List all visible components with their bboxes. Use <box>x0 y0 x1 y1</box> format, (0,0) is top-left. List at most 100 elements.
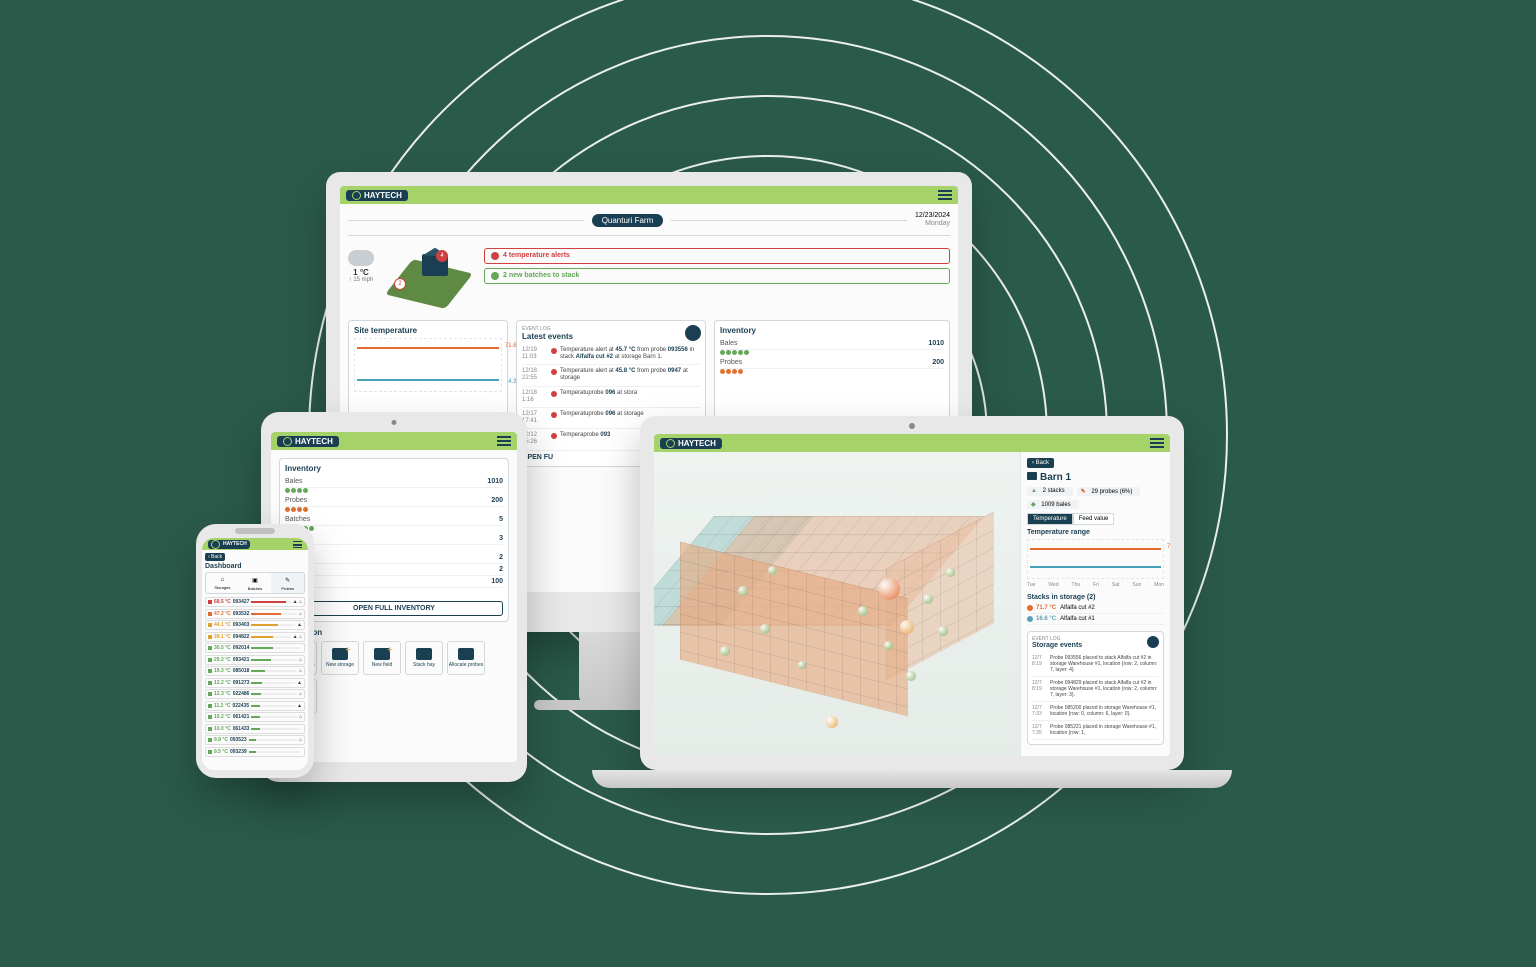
event-row[interactable]: 12/77:33 Probe 085200 placed in storage … <box>1032 702 1159 721</box>
open-inventory-button[interactable]: OPEN FULL INVENTORY <box>285 601 503 616</box>
probe-marker[interactable] <box>760 624 770 634</box>
back-button[interactable]: ‹ Back <box>1027 458 1054 468</box>
probe-row[interactable]: 68.5 °C 093427 ▲ ⌂ <box>205 597 305 607</box>
action-tile[interactable]: Allocate probes <box>447 641 485 675</box>
farm-illustration[interactable]: 2 4 <box>384 248 474 308</box>
action-tile[interactable]: New field <box>363 641 401 675</box>
probe-marker[interactable] <box>906 671 916 681</box>
brand-pill[interactable]: HAYTECH <box>346 190 408 201</box>
menu-icon[interactable] <box>938 190 952 200</box>
tab-probes[interactable]: ✎Probes <box>271 573 304 593</box>
temp-bar <box>251 670 297 672</box>
stacks-icon: ▲ <box>1031 488 1037 494</box>
probe-id: 093403 <box>233 622 250 628</box>
event-row[interactable]: 12/181:16 Temperatuprobe 096 at stora <box>522 387 700 408</box>
probe-marker[interactable] <box>884 641 893 650</box>
tab-feed-value[interactable]: Feed value <box>1073 513 1115 525</box>
inv-row[interactable]: Cattle100 <box>285 576 503 588</box>
temp-range-chart[interactable]: 71.6 °C <box>1027 539 1164 579</box>
menu-icon[interactable] <box>1150 438 1164 448</box>
probe-row[interactable]: 39.1 °C 094822 ▲ ⌂ <box>205 632 305 642</box>
probe-marker[interactable] <box>858 606 868 616</box>
brand-pill[interactable]: HAYTECH <box>208 540 250 549</box>
inv-value: 200 <box>932 359 944 366</box>
stack-row[interactable]: 16.6 °CAlfalfa cut #1 <box>1027 614 1164 625</box>
probe-row[interactable]: 47.2 °C 093532 ⌂ <box>205 609 305 619</box>
status-dots <box>285 545 503 552</box>
inv-row[interactable]: Fields2 <box>285 564 503 576</box>
probe-marker[interactable] <box>923 594 933 604</box>
event-row[interactable]: 12/78:19 Probe 093556 placed to stack Al… <box>1032 652 1159 677</box>
temp-bar <box>251 693 297 695</box>
probes-icon: ✎ <box>1081 489 1086 495</box>
probe-marker[interactable] <box>798 661 806 669</box>
app-top-bar: HAYTECH <box>202 538 308 550</box>
tab-batches[interactable]: ▣Batches <box>239 573 272 593</box>
probe-row[interactable]: 30.5 °C 092014 <box>205 643 305 653</box>
events-badge-icon[interactable] <box>685 325 701 341</box>
probe-row[interactable]: 11.2 °C 022435 ▲ <box>205 701 305 711</box>
event-text: Temperature alert at 45.8 °C from probe … <box>560 368 700 382</box>
inv-label: Probes <box>720 359 742 366</box>
probe-marker[interactable] <box>768 566 777 575</box>
probe-row[interactable]: 10.2 °C 061421 ⌂ <box>205 712 305 722</box>
inv-row[interactable]: Storages2 <box>285 552 503 564</box>
stack-alert[interactable]: 2 new batches to stack <box>484 268 950 284</box>
event-text: Probe 094829 placed to stack Alfalfa cut… <box>1050 680 1159 698</box>
tab-temperature[interactable]: Temperature <box>1027 513 1073 525</box>
probe-row[interactable]: 44.1 °C 093403 ▲ <box>205 620 305 630</box>
inv-row[interactable]: Probes200 <box>285 495 503 507</box>
probe-marker[interactable] <box>946 568 955 577</box>
status-dots <box>285 488 503 495</box>
probe-id: 091273 <box>233 680 250 686</box>
status-dot-icon <box>208 658 212 662</box>
temperature-alert[interactable]: 4 temperature alerts <box>484 248 950 264</box>
probe-id: 093523 <box>230 737 247 743</box>
probe-row[interactable]: 29.2 °C 093421 ⌂ <box>205 655 305 665</box>
brand-pill[interactable]: HAYTECH <box>660 438 722 449</box>
stack-row[interactable]: 71.7 °CAlfalfa cut #2 <box>1027 603 1164 614</box>
event-row[interactable]: 12/77:35 Probe 085221 placed in storage … <box>1032 721 1159 740</box>
probe-row[interactable]: 19.3 °C 085018 ⌂ <box>205 666 305 676</box>
inv-row[interactable]: Stacks3 <box>285 533 503 545</box>
action-tile[interactable]: Stack hay <box>405 641 443 675</box>
events-badge-icon[interactable] <box>1147 636 1159 648</box>
event-row[interactable]: 12/1911:03 Temperature alert at 45.7 °C … <box>522 344 700 365</box>
tab-storages[interactable]: ⌂Storages <box>206 573 239 593</box>
action-tile[interactable]: New storage <box>321 641 359 675</box>
event-text: Temperatuprobe 096 at stora <box>560 390 637 404</box>
menu-icon[interactable] <box>293 541 302 548</box>
menu-icon[interactable] <box>497 436 511 446</box>
probe-marker[interactable] <box>738 586 748 596</box>
probe-temp: 39.1 °C <box>214 634 231 640</box>
event-time: 12/77:35 <box>1032 724 1050 736</box>
probe-row[interactable]: 10.0 °C 061433 <box>205 724 305 734</box>
back-button[interactable]: ‹ Back <box>205 553 225 561</box>
map-pin-alert-icon[interactable]: 4 <box>436 250 448 262</box>
probe-marker-hot[interactable] <box>878 578 900 600</box>
map-pin-icon[interactable]: 2 <box>394 278 406 290</box>
probe-temp: 30.5 °C <box>214 645 231 651</box>
probe-row[interactable]: 13.2 °C 091273 ▲ <box>205 678 305 688</box>
inv-row[interactable]: Bales1010 <box>285 476 503 488</box>
probe-temp: 68.5 °C <box>214 599 231 605</box>
temp-bar <box>251 659 297 661</box>
brand-pill[interactable]: HAYTECH <box>277 436 339 447</box>
probe-row[interactable]: 9.8 °C 093523 ⌂ <box>205 735 305 745</box>
probe-row[interactable]: 9.5 °C 093239 <box>205 747 305 757</box>
inv-row[interactable]: Batches5 <box>285 514 503 526</box>
event-time: 12/78:19 <box>1032 680 1050 698</box>
probe-id: 061421 <box>233 714 250 720</box>
temp-bar <box>251 728 300 730</box>
probe-row[interactable]: 12.3 °C 022486 ⌂ <box>205 689 305 699</box>
event-row[interactable]: 12/1822:55 Temperature alert at 45.8 °C … <box>522 365 700 386</box>
storage-3d-view[interactable] <box>654 452 1020 756</box>
probe-marker[interactable] <box>938 626 948 636</box>
inv-label: Bales <box>285 478 303 485</box>
probe-marker[interactable] <box>826 716 838 728</box>
probe-marker[interactable] <box>720 646 730 656</box>
site-temp-chart[interactable]: 71.6 °C 4.3 °C <box>354 338 502 392</box>
probe-marker[interactable] <box>900 620 914 634</box>
farm-pill[interactable]: Quanturi Farm <box>592 214 664 227</box>
event-row[interactable]: 12/78:19 Probe 094829 placed to stack Al… <box>1032 677 1159 702</box>
